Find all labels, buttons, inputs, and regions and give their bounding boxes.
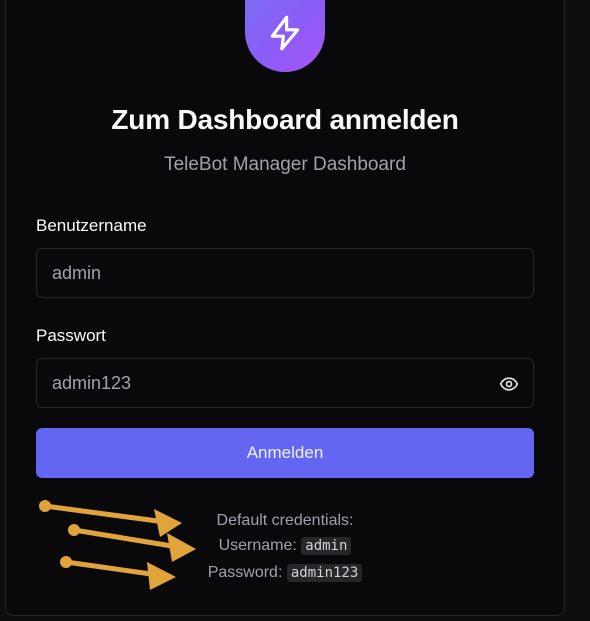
credentials-password-label: Password: bbox=[207, 564, 283, 581]
credentials-username-label: Username: bbox=[218, 537, 297, 554]
credentials-username-value: admin bbox=[301, 537, 352, 555]
password-input[interactable]: admin123 bbox=[36, 358, 534, 408]
password-value: admin123 bbox=[52, 372, 132, 393]
credentials-heading: Default credentials: bbox=[216, 512, 354, 529]
credentials-password-value: admin123 bbox=[286, 564, 363, 582]
page-subtitle: TeleBot Manager Dashboard bbox=[164, 154, 406, 175]
bolt-icon bbox=[270, 15, 300, 51]
eye-icon[interactable] bbox=[499, 374, 519, 394]
login-button[interactable]: Anmelden bbox=[36, 428, 534, 478]
password-label: Passwort bbox=[36, 326, 106, 345]
page-title: Zum Dashboard anmelden bbox=[111, 104, 459, 135]
username-input[interactable]: admin bbox=[36, 248, 534, 298]
username-label: Benutzername bbox=[36, 216, 147, 235]
credentials-password-line: Password: admin123 bbox=[0, 564, 570, 582]
credentials-username-line: Username: admin bbox=[0, 537, 570, 555]
username-value: admin bbox=[52, 262, 102, 283]
